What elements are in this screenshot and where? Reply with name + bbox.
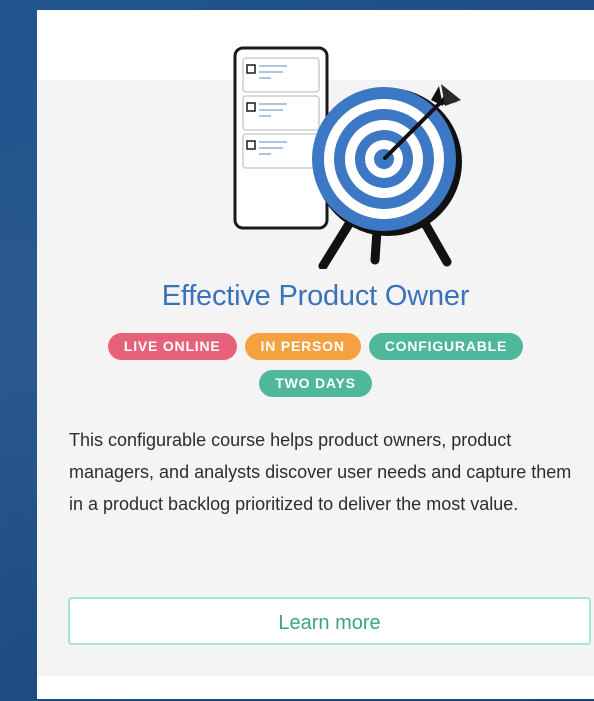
target-icon	[312, 87, 462, 236]
tag-live-online: LIVE ONLINE	[107, 333, 237, 360]
tag-configurable: CONFIGURABLE	[368, 333, 524, 360]
tag-row: LIVE ONLINE IN PERSON CONFIGURABLE	[37, 333, 594, 360]
course-illustration	[233, 46, 462, 269]
tag-two-days: TWO DAYS	[259, 370, 372, 397]
tag-row: TWO DAYS	[37, 370, 594, 397]
backlog-phone-icon	[233, 46, 329, 230]
course-description: This configurable course helps product o…	[69, 430, 572, 514]
tag-in-person: IN PERSON	[244, 333, 361, 360]
learn-more-button[interactable]: Learn more	[68, 597, 591, 645]
course-card: Effective Product Owner LIVE ONLINE IN P…	[37, 10, 594, 699]
course-title: Effective Product Owner	[161, 280, 470, 312]
